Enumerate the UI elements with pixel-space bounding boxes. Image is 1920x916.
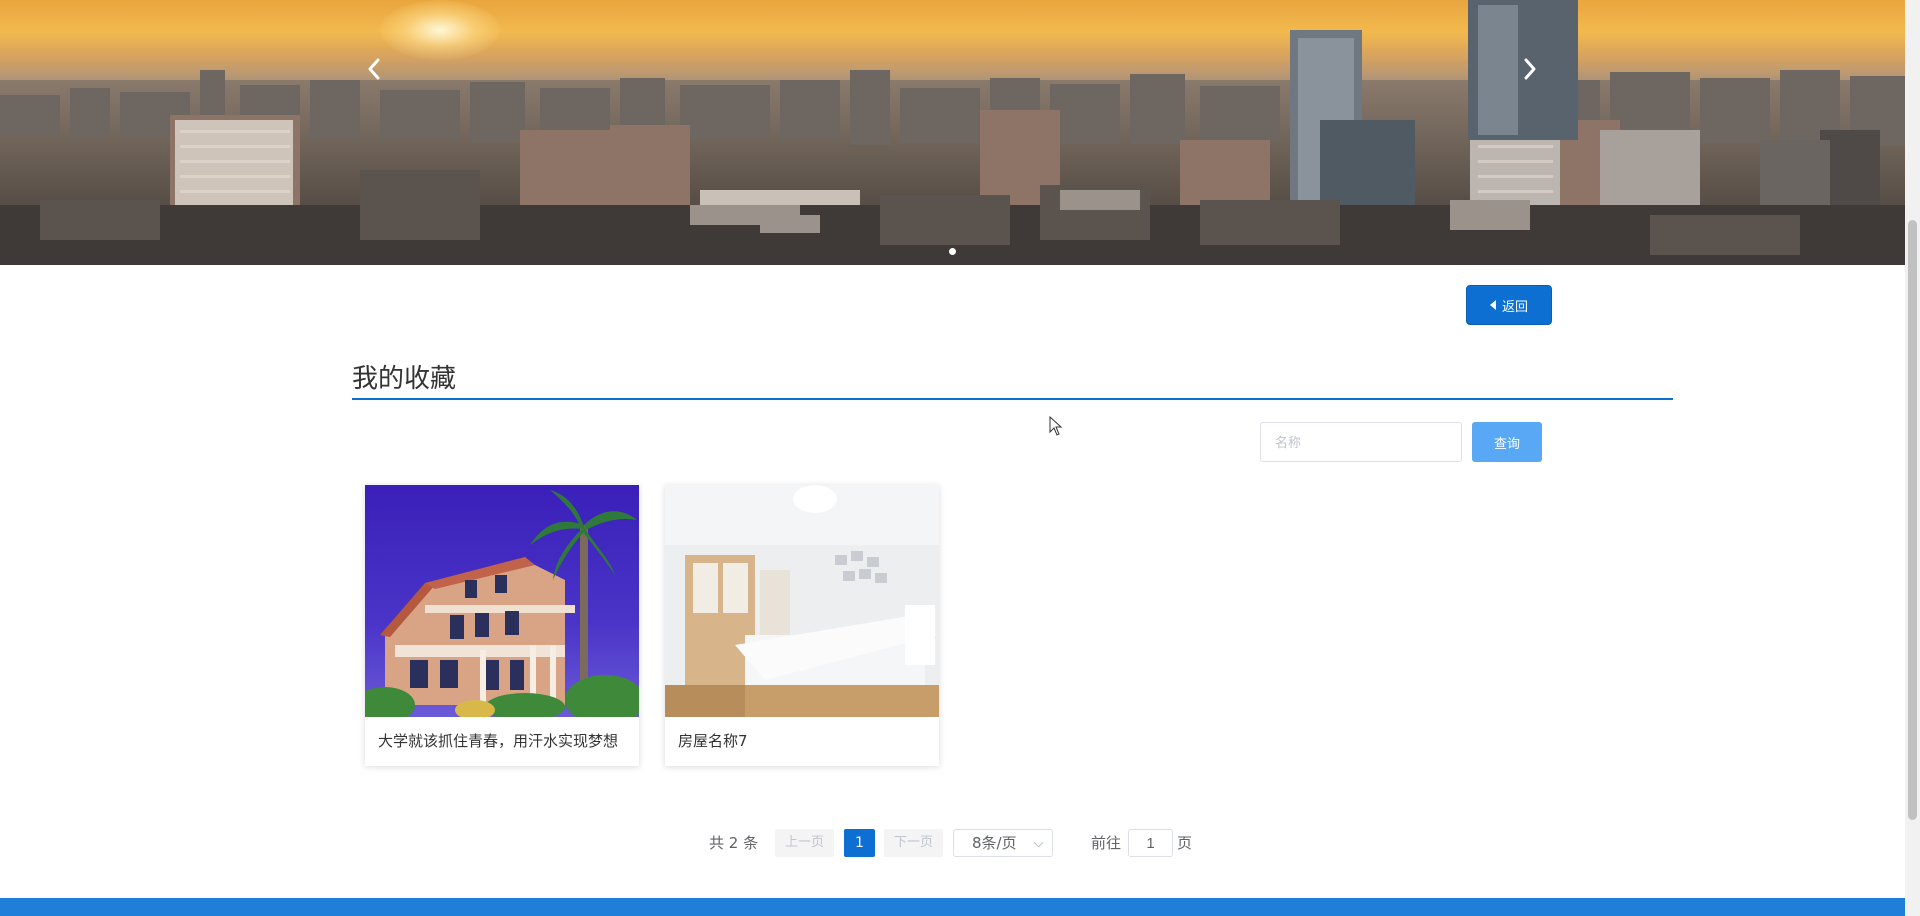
banner-next-button[interactable] — [1513, 52, 1547, 86]
card-caption: 大学就该抓住青春，用汗水实现梦想 — [378, 732, 619, 750]
pagination-goto-input[interactable] — [1128, 829, 1173, 857]
title-divider — [352, 398, 1673, 400]
search-button[interactable]: 查询 — [1472, 422, 1542, 462]
chevron-down-icon — [1033, 837, 1044, 848]
back-button-label: 返回 — [1501, 299, 1528, 315]
card-caption: 房屋名称7 — [678, 732, 748, 750]
banner-indicator-dot[interactable] — [949, 248, 956, 255]
city-skyline-image — [0, 0, 1905, 265]
pagination-prev-button[interactable]: 上一页 — [775, 829, 834, 857]
pagination-next-button[interactable]: 下一页 — [884, 829, 943, 857]
app-root: 返回 我的收藏 查询 — [0, 0, 1920, 916]
caret-left-icon — [1489, 300, 1496, 310]
chevron-left-icon — [368, 58, 380, 80]
banner-prev-button[interactable] — [357, 52, 391, 86]
page-size-value: 8条/页 — [972, 834, 1017, 852]
footer-bar — [0, 898, 1905, 916]
back-button[interactable]: 返回 — [1466, 285, 1552, 325]
page-scrollbar[interactable] — [1905, 0, 1920, 916]
page-title: 我的收藏 — [352, 364, 457, 394]
scrollbar-thumb[interactable] — [1908, 220, 1917, 820]
pagination-page-1[interactable]: 1 — [844, 829, 875, 857]
bedroom-photo — [665, 485, 939, 717]
chevron-right-icon — [1524, 58, 1536, 80]
favorite-card[interactable]: 房屋名称7 — [665, 485, 939, 766]
mouse-cursor-icon — [1049, 416, 1063, 436]
page-size-select[interactable]: 8条/页 — [953, 829, 1053, 857]
favorite-card[interactable]: 大学就该抓住青春，用汗水实现梦想 — [365, 485, 639, 766]
banner-carousel[interactable] — [0, 0, 1905, 265]
pagination-page-suffix: 页 — [1177, 834, 1193, 852]
pagination-total: 共 2 条 — [709, 834, 759, 852]
pagination-goto-label: 前往 — [1091, 834, 1122, 852]
villa-photo — [365, 485, 639, 717]
name-search-input[interactable] — [1260, 422, 1462, 462]
